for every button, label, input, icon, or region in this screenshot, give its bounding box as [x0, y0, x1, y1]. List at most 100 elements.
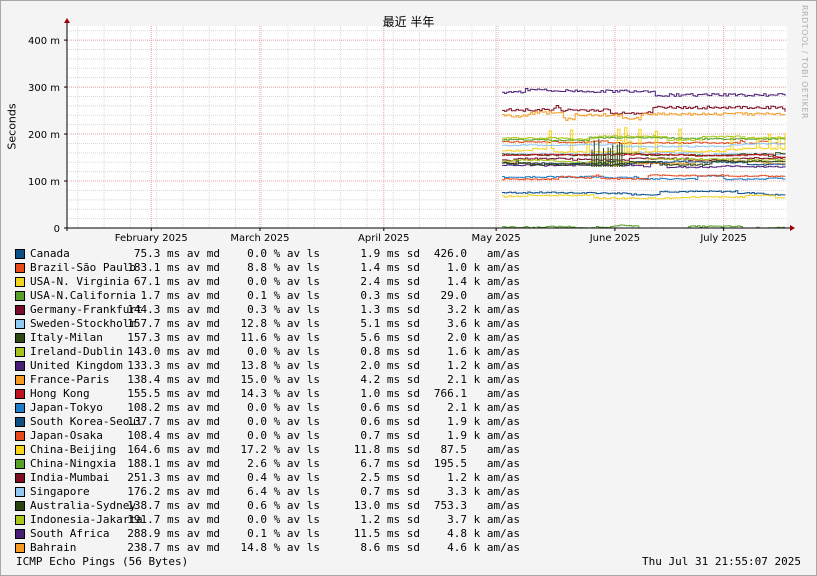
legend-sd: 5.1 ms sd [360, 317, 420, 330]
legend-sd: 8.6 ms sd [360, 541, 420, 554]
legend-name: China-Ningxia [30, 457, 117, 470]
legend-am: 3.7 k am/as [447, 513, 520, 526]
y-axis-label: Seconds [5, 103, 19, 150]
legend-median: 137.7 ms av md [127, 415, 220, 428]
legend-name: Bahrain [30, 541, 77, 554]
legend-median: 183.1 ms av md [127, 261, 220, 274]
legend-swatch [15, 473, 25, 483]
legend-am: 753.3 am/as [433, 499, 520, 512]
rrdtool-watermark: RRDTOOL / TOBI OETIKER [800, 5, 809, 120]
legend-swatch [15, 445, 25, 455]
legend-sd: 1.4 ms sd [360, 261, 420, 274]
legend-swatch [15, 305, 25, 315]
legend-sd: 0.8 ms sd [360, 345, 420, 358]
x-tick-label: April 2025 [358, 233, 409, 244]
x-tick-label: March 2025 [230, 233, 289, 244]
legend-am: 1.9 k am/as [447, 415, 520, 428]
legend-median: 108.2 ms av md [127, 401, 220, 414]
legend-sd: 11.5 ms sd [353, 527, 420, 540]
legend-am: 4.8 k am/as [447, 527, 520, 540]
legend-loss: 0.0 % av ls [247, 275, 320, 288]
legend-median: 143.0 ms av md [127, 345, 220, 358]
legend-median: 138.4 ms av md [127, 373, 220, 386]
legend-loss: 0.0 % av ls [247, 513, 320, 526]
y-tick-label: 200 m [28, 130, 60, 141]
legend-loss: 6.4 % av ls [247, 485, 320, 498]
legend-median: 108.4 ms av md [127, 429, 220, 442]
legend-median: 67.1 ms av md [133, 275, 220, 288]
legend-swatch [15, 487, 25, 497]
legend-loss: 14.3 % av ls [240, 387, 320, 400]
legend-median: 157.7 ms av md [127, 317, 220, 330]
legend-swatch [15, 417, 25, 427]
legend-loss: 12.8 % av ls [240, 317, 320, 330]
legend-sd: 1.2 ms sd [360, 513, 420, 526]
legend-am: 3.2 k am/as [447, 303, 520, 316]
legend-am: 3.3 k am/as [447, 485, 520, 498]
legend-name: Brazil-São Paulo [30, 261, 136, 274]
legend-name: China-Beijing [30, 443, 117, 456]
legend-sd: 0.7 ms sd [360, 485, 420, 498]
legend-swatch [15, 333, 25, 343]
legend-swatch [15, 431, 25, 441]
legend-swatch [15, 361, 25, 371]
legend-am: 4.6 k am/as [447, 541, 520, 554]
x-tick-label: February 2025 [115, 233, 188, 244]
legend-sd: 1.9 ms sd [360, 247, 420, 260]
legend-am: 1.2 k am/as [447, 359, 520, 372]
legend-swatch [15, 529, 25, 539]
legend-loss: 0.1 % av ls [247, 289, 320, 302]
legend-loss: 0.1 % av ls [247, 527, 320, 540]
legend-am: 1.4 k am/as [447, 275, 520, 288]
legend-sd: 1.0 ms sd [360, 387, 420, 400]
legend-name: Japan-Tokyo [30, 401, 103, 414]
legend-loss: 8.8 % av ls [247, 261, 320, 274]
y-tick-label: 100 m [28, 177, 60, 188]
y-tick-label: 0 [54, 224, 60, 235]
legend-median: 144.3 ms av md [127, 303, 220, 316]
legend-am: 3.6 k am/as [447, 317, 520, 330]
legend-sd: 4.2 ms sd [360, 373, 420, 386]
legend-swatch [15, 389, 25, 399]
legend-am: 29.0 am/as [440, 289, 520, 302]
legend-am: 426.0 am/as [433, 247, 520, 260]
legend-loss: 0.0 % av ls [247, 345, 320, 358]
legend-am: 1.2 k am/as [447, 471, 520, 484]
legend-sd: 0.7 ms sd [360, 429, 420, 442]
legend-name: USA-N. Virginia [30, 275, 130, 288]
legend-sd: 0.3 ms sd [360, 289, 420, 302]
x-tick-label: July 2025 [699, 233, 747, 244]
legend-am: 1.0 k am/as [447, 261, 520, 274]
legend-am: 2.1 k am/as [447, 373, 520, 386]
legend-am: 766.1 am/as [433, 387, 520, 400]
legend-median: 176.2 ms av md [127, 485, 220, 498]
legend-median: 133.3 ms av md [127, 359, 220, 372]
legend-sd: 0.6 ms sd [360, 401, 420, 414]
legend-am: 2.1 k am/as [447, 401, 520, 414]
legend-median: 188.1 ms av md [127, 457, 220, 470]
legend-loss: 0.6 % av ls [247, 499, 320, 512]
legend-swatch [15, 347, 25, 357]
legend-sd: 13.0 ms sd [353, 499, 420, 512]
y-tick-label: 400 m [28, 36, 60, 47]
legend-swatch [15, 319, 25, 329]
legend-sd: 6.7 ms sd [360, 457, 420, 470]
legend-loss: 0.3 % av ls [247, 303, 320, 316]
legend-loss: 0.0 % av ls [247, 401, 320, 414]
legend-name: Singapore [30, 485, 90, 498]
y-tick-label: 300 m [28, 83, 60, 94]
legend-name: USA-N.California [30, 289, 136, 302]
legend-median: 155.5 ms av md [127, 387, 220, 400]
legend-swatch [15, 515, 25, 525]
x-tick-label: June 2025 [589, 233, 640, 244]
legend-loss: 11.6 % av ls [240, 331, 320, 344]
legend-swatch [15, 501, 25, 511]
legend-median: 1.7 ms av md [140, 289, 220, 302]
legend-median: 251.3 ms av md [127, 471, 220, 484]
legend-swatch [15, 291, 25, 301]
legend-swatch [15, 249, 25, 259]
legend-name: South Africa [30, 527, 110, 540]
legend-median: 75.3 ms av md [133, 247, 220, 260]
legend-sd: 11.8 ms sd [353, 443, 420, 456]
legend-name: India-Mumbai [30, 471, 110, 484]
